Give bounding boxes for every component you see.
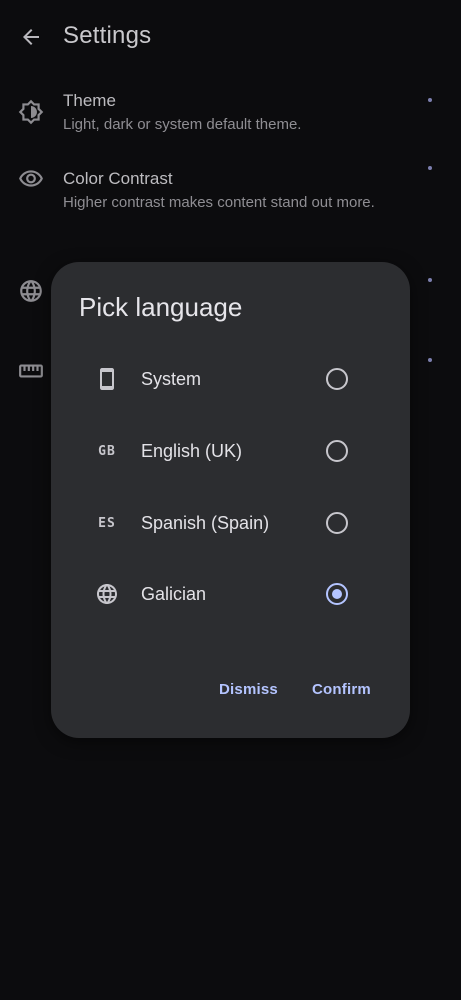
language-option-english-uk[interactable]: GB English (UK) xyxy=(79,423,382,479)
eye-icon xyxy=(17,165,45,193)
language-label: Spanish (Spain) xyxy=(141,513,270,533)
language-label: System xyxy=(141,369,202,389)
back-button[interactable] xyxy=(14,20,48,54)
flag-es-icon: ES xyxy=(98,515,116,531)
settings-item-theme[interactable]: Theme Light, dark or system default them… xyxy=(0,86,461,142)
globe-icon xyxy=(93,580,121,608)
phone-icon xyxy=(93,365,121,393)
globe-icon xyxy=(17,277,45,305)
dialog-title: Pick language xyxy=(79,292,243,322)
language-label: English (UK) xyxy=(141,441,243,461)
flag-gb-icon: GB xyxy=(98,443,116,459)
ruler-icon xyxy=(17,357,45,385)
pick-language-dialog: Pick language System GB English (UK) ES … xyxy=(51,262,410,738)
page-title: Settings xyxy=(63,22,152,49)
settings-item-color-contrast[interactable]: Color Contrast Higher contrast makes con… xyxy=(0,164,461,240)
dismiss-button[interactable]: Dismiss xyxy=(207,670,290,710)
language-option-spanish-spain[interactable]: ES Spanish (Spain) xyxy=(79,495,382,551)
radio-button[interactable] xyxy=(326,368,348,390)
settings-item-subtitle: Higher contrast makes content stand out … xyxy=(63,194,375,211)
brightness-icon xyxy=(17,98,45,126)
radio-button-selected[interactable] xyxy=(326,583,348,605)
indicator-dot xyxy=(428,166,432,170)
settings-item-title: Theme xyxy=(63,91,116,110)
language-option-galician[interactable]: Galician xyxy=(79,566,382,622)
radio-button[interactable] xyxy=(326,512,348,534)
settings-screen: Settings Theme Light, dark or system def… xyxy=(0,0,461,1000)
radio-button[interactable] xyxy=(326,440,348,462)
language-label: Galician xyxy=(141,584,207,604)
indicator-dot xyxy=(428,358,432,362)
top-app-bar: Settings xyxy=(0,0,461,72)
confirm-button[interactable]: Confirm xyxy=(300,670,383,710)
settings-item-title: Color Contrast xyxy=(63,169,173,188)
indicator-dot xyxy=(428,98,432,102)
indicator-dot xyxy=(428,278,432,282)
settings-item-subtitle: Light, dark or system default theme. xyxy=(63,116,302,133)
arrow-back-icon xyxy=(23,29,39,45)
language-option-system[interactable]: System xyxy=(79,351,382,407)
